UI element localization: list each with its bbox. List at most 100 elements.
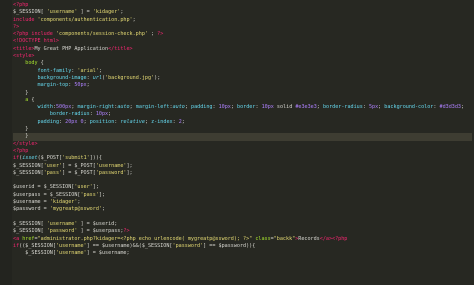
code-line[interactable]: <?php include 'components/session-check.… <box>13 31 472 38</box>
code-area[interactable]: <?php $_SESSION[ 'username' ] = 'kidager'… <box>13 2 472 257</box>
code-line[interactable]: margin-top: 50px; <box>13 82 472 89</box>
code-token: font-family <box>37 67 72 74</box>
code-line[interactable]: <?php <box>13 148 472 155</box>
code-token: margin-top <box>37 82 69 89</box>
code-line[interactable]: include 'components/authentication.php'; <box>13 17 472 24</box>
code-token: class <box>255 235 271 242</box>
code-token: <?php <box>13 31 32 38</box>
code-line[interactable]: } <box>13 126 472 133</box>
code-token: ; <box>98 67 102 74</box>
code-token: ; <box>108 111 112 118</box>
code-line[interactable]: $_SESSION[ 'password' ] = $userpass;?> <box>13 228 472 235</box>
code-line[interactable]: $userpass = $_SESSION['pass']; <box>13 192 472 199</box>
code-token: include <box>13 16 38 23</box>
code-token: ] = $userid; <box>77 220 118 227</box>
code-token: 'user' <box>43 162 63 169</box>
code-line[interactable]: $_SESSION[ 'username' ] = 'kidager'; <box>13 9 472 16</box>
code-token: { <box>37 60 44 67</box>
code-token: <a <box>13 235 23 242</box>
code-token: 'components/authentication.php' <box>37 16 133 23</box>
code-token: solid <box>273 104 296 111</box>
code-token: "backk" <box>273 235 296 242</box>
code-token: width <box>37 104 53 111</box>
code-token: border-radius <box>322 104 363 111</box>
code-token: <?php <box>13 147 29 154</box>
code-line[interactable]: </style> <box>13 141 472 148</box>
code-line[interactable]: ?> <box>13 24 472 31</box>
code-token: ; <box>132 16 136 23</box>
code-token: ; <box>77 199 81 206</box>
code-line[interactable]: <!DOCTYPE html> <box>13 38 472 45</box>
code-token: auto <box>117 104 130 111</box>
code-line[interactable]: $_SESSION['pass'] = $_POST['password']; <box>13 170 472 177</box>
code-token: padding <box>37 118 60 125</box>
code-token: 'mygreatp@ssword' <box>49 206 102 213</box>
code-token: </style> <box>13 140 38 147</box>
code-token: ] = $_POST[ <box>62 169 96 176</box>
code-token: 10px <box>95 111 109 118</box>
code-token: Records <box>298 235 320 242</box>
code-line[interactable]: background-image: url('background.jpg'); <box>13 75 472 82</box>
code-line[interactable]: <style> <box>13 53 472 60</box>
code-token: My Great PHP Application <box>34 45 109 52</box>
code-line[interactable]: } <box>13 133 472 141</box>
code-token: $password = <box>13 206 50 213</box>
code-token: 'pass' <box>43 169 63 176</box>
code-token: $_SESSION[ <box>13 220 47 227</box>
code-line[interactable]: $userid = $_SESSION['user']; <box>13 184 472 191</box>
code-token: url <box>92 74 102 81</box>
code-token: #d3d3d3 <box>439 104 461 111</box>
code-line[interactable]: a { <box>13 97 472 104</box>
code-line[interactable]: $username = 'kidager'; <box>13 199 472 206</box>
code-token: href <box>22 235 35 242</box>
code-token: ] == $password)){ <box>203 242 256 249</box>
code-token: ]; <box>98 191 106 198</box>
code-token: 'components/session-check.php' <box>55 31 148 38</box>
code-token: ; <box>460 104 465 111</box>
code-token: </title> <box>108 45 133 52</box>
code-token: include <box>31 31 56 38</box>
code-token: 'username' <box>95 162 127 169</box>
code-line[interactable]: font-family: 'arial'; <box>13 68 472 75</box>
code-line[interactable]: <a href="administrator.php?kidager=<?php… <box>13 236 472 243</box>
code-line[interactable]: padding: 20px 0; position: relative; z-i… <box>13 119 472 126</box>
code-token: ]; <box>92 184 99 191</box>
code-line[interactable]: $_SESSION[ 'username' ] = $userid; <box>13 221 472 228</box>
code-token: relative <box>120 118 145 125</box>
code-line[interactable]: <title>My Great PHP Application</title> <box>13 46 472 53</box>
code-line[interactable]: $_SESSION['username'] = $username; <box>13 250 472 257</box>
code-token: 'background.jpg' <box>105 74 155 81</box>
code-line[interactable]: $_SESSION['user'] = $_POST['username']; <box>13 163 472 170</box>
code-editor[interactable]: <?php $_SESSION[ 'username' ] = 'kidager'… <box>0 0 474 285</box>
code-line[interactable]: } <box>13 90 472 97</box>
code-token: margin-left <box>135 104 170 111</box>
code-line[interactable]: width:500px; margin-right:auto; margin-l… <box>13 104 472 111</box>
code-token: 'kidager' <box>49 199 78 206</box>
code-line[interactable]: border-radius: 10px; <box>13 111 472 118</box>
code-line[interactable]: body { <box>13 60 472 67</box>
code-token: 10px <box>261 104 274 111</box>
code-token: 'username' <box>55 250 87 257</box>
code-token: 'arial' <box>77 67 99 74</box>
code-line[interactable]: <?php <box>13 2 472 9</box>
code-token: ; <box>120 9 124 16</box>
code-token: 'username' <box>46 220 78 227</box>
code-token: ; <box>101 206 106 213</box>
code-token: isset <box>22 155 38 162</box>
code-token: 5px <box>368 104 379 111</box>
code-token: (($_SESSION[ <box>19 242 56 249</box>
code-line[interactable]: if(isset($_POST['submit1'])){ <box>13 155 472 162</box>
code-token: ); <box>154 74 161 81</box>
code-line[interactable] <box>13 177 472 184</box>
code-token: border <box>237 104 256 111</box>
code-token: border-radius <box>49 111 90 118</box>
code-line[interactable] <box>13 214 472 221</box>
code-token: $_SESSION[ <box>13 162 44 169</box>
code-line[interactable]: if(($_SESSION['username'] == $username)&… <box>13 243 472 250</box>
code-token: <!DOCTYPE html> <box>13 38 60 45</box>
code-line[interactable]: $password = 'mygreatp@ssword'; <box>13 206 472 213</box>
code-token: 'kidager' <box>92 9 121 16</box>
